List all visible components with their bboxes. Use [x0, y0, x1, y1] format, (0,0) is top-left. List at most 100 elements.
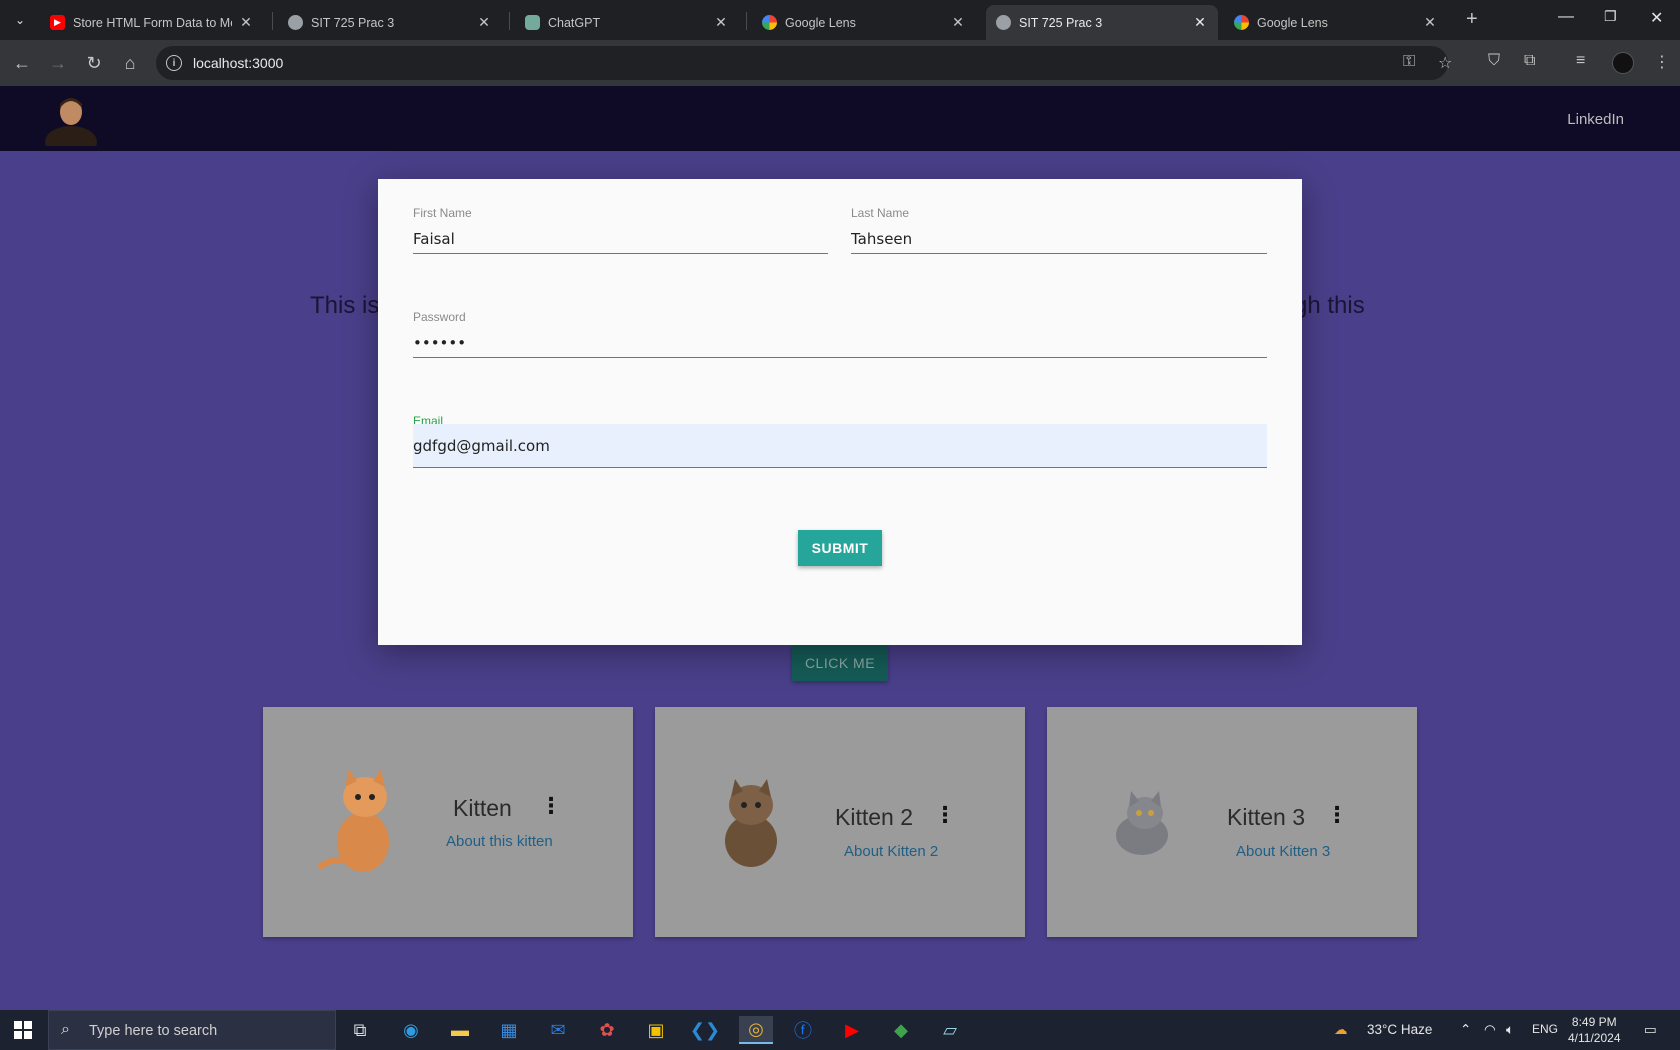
click-me-button[interactable]: CLICK ME: [792, 645, 888, 681]
google-lens-icon: [762, 15, 777, 30]
globe-icon: [288, 15, 303, 30]
player-icon[interactable]: ▣: [641, 1016, 671, 1044]
intro-text-right: gh this: [1294, 292, 1365, 319]
more-vert-icon[interactable]: ⋮: [934, 804, 956, 826]
shield-extension-icon[interactable]: ⛉: [1488, 52, 1500, 70]
email-input[interactable]: [413, 424, 1267, 468]
kitten-card-1: Kitten ⋮ About this kitten: [263, 707, 633, 937]
search-icon: ⌕: [61, 1021, 70, 1038]
taskbar-search-text: Type here to search: [89, 1023, 218, 1039]
file-explorer-icon[interactable]: ▬: [445, 1016, 475, 1044]
site-info-icon[interactable]: i: [166, 55, 182, 71]
card-link[interactable]: About this kitten: [446, 833, 553, 850]
tab-sit725-1[interactable]: SIT 725 Prac 3 ✕: [278, 5, 502, 40]
tab-sit725-active[interactable]: SIT 725 Prac 3 ✕: [986, 5, 1218, 40]
edge-icon[interactable]: ◉: [396, 1016, 426, 1044]
facebook-icon[interactable]: ⓕ: [788, 1016, 818, 1044]
signup-modal: First Name Last Name Password Email SUBM…: [378, 179, 1302, 645]
password-label: Password: [413, 310, 466, 324]
restore-button[interactable]: ❐: [1604, 8, 1617, 25]
youtube-icon: ▶: [50, 15, 65, 30]
close-icon[interactable]: ✕: [476, 14, 492, 31]
google-lens-icon: [1234, 15, 1249, 30]
card-title: Kitten 2: [835, 804, 913, 830]
network-icon[interactable]: ◠: [1484, 1022, 1496, 1038]
card-title: Kitten 3: [1227, 804, 1305, 830]
first-name-input[interactable]: [413, 224, 828, 254]
password-input[interactable]: [413, 328, 1267, 358]
back-icon[interactable]: ←: [11, 52, 33, 74]
task-view-icon[interactable]: ⧉: [345, 1016, 375, 1044]
last-name-label: Last Name: [851, 206, 910, 220]
mongodb-icon[interactable]: ◆: [886, 1016, 916, 1044]
last-name-input[interactable]: [851, 224, 1267, 254]
card-title: Kitten: [453, 795, 512, 821]
weather-icon[interactable]: ☁: [1334, 1022, 1348, 1038]
store-icon[interactable]: ▦: [494, 1016, 524, 1044]
address-url[interactable]: localhost:3000: [193, 55, 283, 71]
email-field: Email: [413, 414, 1267, 470]
close-icon[interactable]: ✕: [1192, 14, 1208, 31]
notepad-icon[interactable]: ▱: [935, 1016, 965, 1044]
home-icon[interactable]: ⌂: [119, 52, 141, 74]
address-bar[interactable]: i localhost:3000 ⚿ ☆: [156, 46, 1452, 80]
chrome-icon[interactable]: ◎: [739, 1016, 773, 1044]
browser-tab-strip: ⌄ ▶ Store HTML Form Data to Mong ✕ SIT 7…: [0, 0, 1680, 40]
menu-icon[interactable]: ⋮: [1654, 52, 1670, 72]
language-indicator[interactable]: ENG: [1532, 1022, 1558, 1036]
card-link[interactable]: About Kitten 3: [1236, 843, 1330, 860]
more-vert-icon[interactable]: ⋮: [1326, 804, 1348, 826]
first-name-field: First Name: [413, 206, 828, 258]
minimize-button[interactable]: —: [1558, 8, 1574, 26]
orange-kitten-image: [317, 769, 389, 872]
site-navbar: LinkedIn: [0, 86, 1680, 151]
chatgpt-icon: [525, 15, 540, 30]
password-key-icon[interactable]: ⚿: [1403, 53, 1415, 71]
speaker-icon[interactable]: 🔈︎: [1506, 1022, 1514, 1038]
close-icon[interactable]: ✕: [1422, 14, 1438, 31]
app-icon[interactable]: ✿: [592, 1016, 622, 1044]
password-field: Password: [413, 310, 1267, 362]
windows-start-icon[interactable]: [14, 1021, 32, 1039]
mail-icon[interactable]: ✉: [543, 1016, 573, 1044]
globe-icon: [996, 15, 1011, 30]
chevron-up-icon[interactable]: ⌃: [1460, 1022, 1471, 1038]
tab-store-html[interactable]: ▶ Store HTML Form Data to Mong ✕: [40, 5, 264, 40]
taskbar-search[interactable]: ⌕ Type here to search: [48, 1010, 336, 1050]
nav-link-linkedin[interactable]: LinkedIn: [1567, 111, 1624, 128]
close-icon[interactable]: ✕: [238, 14, 254, 31]
submit-button[interactable]: SUBMIT: [798, 530, 882, 566]
tab-chatgpt[interactable]: ChatGPT ✕: [515, 5, 739, 40]
kitten-card-2: Kitten 2 ⋮ About Kitten 2: [655, 707, 1025, 937]
clock-date: 4/11/2024: [1568, 1031, 1621, 1045]
intro-text-left: This is: [310, 292, 380, 319]
windows-taskbar: ⌕ Type here to search ⧉ ◉ ▬ ▦ ✉ ✿ ▣ ❮❯ ◎…: [0, 1010, 1680, 1050]
notification-icon[interactable]: ▭: [1644, 1022, 1657, 1038]
browser-toolbar: ← → ↻ ⌂ i localhost:3000 ⚿ ☆ ⛉ ⧉ ≡ ⋮: [0, 40, 1680, 86]
weather-text[interactable]: 33°C Haze: [1367, 1022, 1432, 1037]
tab-google-lens-1[interactable]: Google Lens ✕: [752, 5, 976, 40]
clock[interactable]: 8:49 PM 4/11/2024: [1568, 1014, 1621, 1046]
bookmark-star-icon[interactable]: ☆: [1438, 53, 1452, 73]
youtube-icon[interactable]: ▶: [837, 1016, 867, 1044]
card-link[interactable]: About Kitten 2: [844, 843, 938, 860]
close-icon[interactable]: ✕: [950, 14, 966, 31]
reload-icon[interactable]: ↻: [83, 52, 105, 74]
tabby-kitten-image: [725, 779, 777, 867]
first-name-label: First Name: [413, 206, 472, 220]
forward-icon[interactable]: →: [47, 52, 69, 74]
grey-kitten-image: [1116, 791, 1168, 855]
tab-search-icon[interactable]: ⌄: [8, 8, 32, 32]
extensions-icon[interactable]: ⧉: [1524, 52, 1535, 70]
more-vert-icon[interactable]: ⋮: [540, 795, 562, 817]
tab-google-lens-2[interactable]: Google Lens ✕: [1224, 5, 1448, 40]
window-close-button[interactable]: ✕: [1650, 8, 1663, 28]
close-icon[interactable]: ✕: [713, 14, 729, 31]
kitten-card-3: Kitten 3 ⋮ About Kitten 3: [1047, 707, 1417, 937]
profile-avatar[interactable]: [1612, 52, 1634, 74]
new-tab-button[interactable]: +: [1466, 8, 1478, 31]
media-control-icon[interactable]: ≡: [1576, 52, 1585, 70]
clock-time: 8:49 PM: [1571, 1015, 1617, 1029]
vscode-icon[interactable]: ❮❯: [690, 1016, 720, 1044]
avatar[interactable]: [43, 90, 99, 146]
